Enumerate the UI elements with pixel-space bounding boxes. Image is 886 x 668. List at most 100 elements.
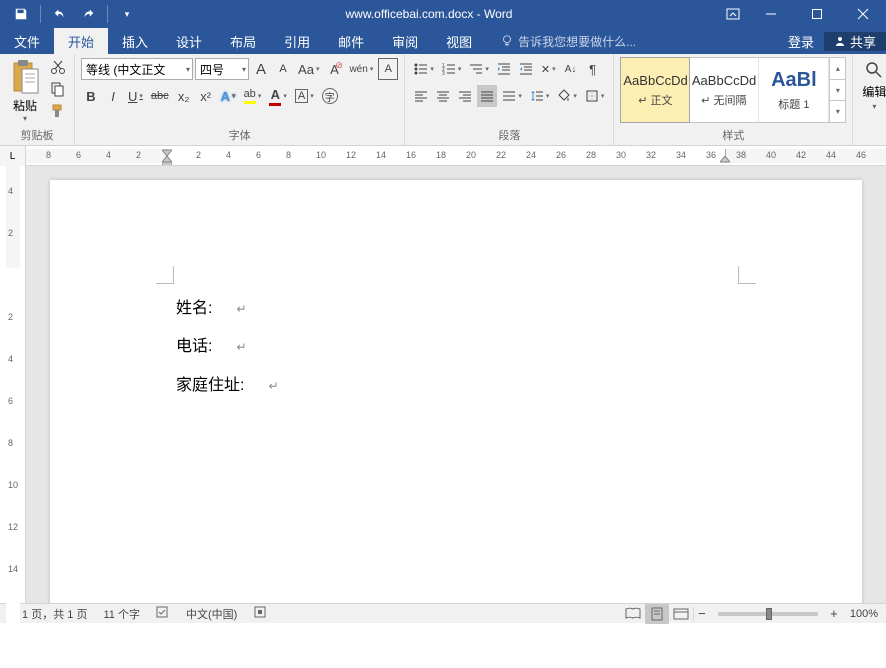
tab-insert[interactable]: 插入	[108, 28, 162, 54]
redo-button[interactable]	[75, 2, 101, 26]
line-spacing-button[interactable]	[527, 85, 553, 107]
close-button[interactable]	[840, 0, 886, 28]
text-effects-button[interactable]: A	[218, 85, 239, 107]
minimize-button[interactable]	[748, 0, 794, 28]
font-color-button[interactable]: A	[266, 85, 290, 107]
page[interactable]: 姓名:↵ 电话:↵ 家庭住址:↵	[50, 180, 862, 603]
share-button[interactable]: 共享	[824, 32, 886, 51]
status-spellcheck[interactable]	[148, 605, 178, 622]
clear-formatting-button[interactable]: A⊘	[324, 58, 344, 80]
view-web-button[interactable]	[669, 604, 693, 624]
save-button[interactable]	[8, 2, 34, 26]
gallery-expand[interactable]: ▾	[830, 101, 845, 122]
underline-button[interactable]: U	[125, 85, 146, 107]
indent-icon	[519, 62, 533, 76]
show-marks-button[interactable]: ¶	[583, 58, 603, 80]
italic-button[interactable]: I	[103, 85, 123, 107]
tell-me-search[interactable]: 告诉我您想要做什么...	[486, 28, 778, 54]
zoom-in-button[interactable]: +	[826, 606, 842, 621]
right-indent-marker[interactable]	[720, 156, 730, 165]
copy-button[interactable]	[48, 79, 68, 99]
ribbon-display-options[interactable]	[718, 0, 748, 28]
tab-mailings[interactable]: 邮件	[324, 28, 378, 54]
superscript-button[interactable]: x²	[196, 85, 216, 107]
char-shading-button[interactable]: A	[292, 85, 317, 107]
grow-font-button[interactable]: A	[251, 58, 271, 80]
justify-button[interactable]	[477, 85, 497, 107]
group-styles: AaBbCcDd ↵ 正文 AaBbCcDd ↵ 无间隔 AaBl 标题 1 ▴…	[614, 54, 853, 145]
vertical-ruler[interactable]: 422468101214	[0, 166, 26, 603]
font-size-combo[interactable]: 四号▾	[195, 58, 249, 80]
horizontal-ruler[interactable]: 8642246810121416182022242628303234363840…	[26, 146, 886, 165]
multilevel-list-button[interactable]	[466, 58, 492, 80]
spellcheck-icon	[156, 605, 170, 619]
style-item-nospacing[interactable]: AaBbCcDd ↵ 无间隔	[689, 58, 759, 122]
group-editing: 编辑 ▾	[853, 54, 886, 145]
numbering-button[interactable]: 123	[439, 58, 465, 80]
maximize-button[interactable]	[794, 0, 840, 28]
group-label-clipboard: 剪贴板	[6, 126, 68, 144]
zoom-slider[interactable]	[718, 612, 818, 616]
tab-review[interactable]: 审阅	[378, 28, 432, 54]
shading-button[interactable]	[554, 85, 580, 107]
change-case-button[interactable]: Aa	[295, 58, 322, 80]
document-content[interactable]: 姓名:↵ 电话:↵ 家庭住址:↵	[176, 290, 279, 405]
increase-indent-button[interactable]	[516, 58, 536, 80]
decrease-indent-button[interactable]	[494, 58, 514, 80]
web-layout-icon	[673, 607, 689, 621]
style-item-normal[interactable]: AaBbCcDd ↵ 正文	[620, 57, 690, 123]
undo-button[interactable]	[47, 2, 73, 26]
distribute-icon	[502, 89, 516, 103]
align-left-button[interactable]	[411, 85, 431, 107]
align-right-button[interactable]	[455, 85, 475, 107]
tab-design[interactable]: 设计	[162, 28, 216, 54]
tab-home[interactable]: 开始	[54, 28, 108, 54]
status-macro[interactable]	[245, 605, 275, 622]
borders-icon	[585, 89, 599, 103]
tab-references[interactable]: 引用	[270, 28, 324, 54]
gallery-scroll-down[interactable]: ▾	[830, 80, 845, 102]
shrink-font-button[interactable]: A	[273, 58, 293, 80]
status-language[interactable]: 中文(中国)	[178, 606, 245, 622]
group-label-paragraph: 段落	[411, 126, 607, 144]
tab-selector[interactable]: L	[0, 146, 26, 166]
borders-button[interactable]	[582, 85, 608, 107]
style-item-heading1[interactable]: AaBl 标题 1	[759, 58, 829, 122]
view-read-button[interactable]	[621, 604, 645, 624]
find-button[interactable]	[861, 59, 886, 81]
document-scroll[interactable]: 姓名:↵ 电话:↵ 家庭住址:↵	[26, 166, 886, 603]
cut-button[interactable]	[48, 57, 68, 77]
strikethrough-button[interactable]: abc	[148, 85, 172, 107]
qat-customize[interactable]: ▾	[114, 2, 140, 26]
enclose-char-button[interactable]: 字	[319, 85, 341, 107]
char-border-button[interactable]: A	[378, 58, 398, 80]
pinyin-guide-button[interactable]: wén	[346, 58, 376, 80]
login-button[interactable]: 登录	[778, 32, 824, 51]
copy-icon	[50, 81, 66, 97]
view-print-button[interactable]	[645, 604, 669, 624]
subscript-button[interactable]: x₂	[174, 85, 194, 107]
tab-view[interactable]: 视图	[432, 28, 486, 54]
align-center-button[interactable]	[433, 85, 453, 107]
status-wordcount[interactable]: 11 个字	[95, 606, 147, 622]
font-name-combo[interactable]: 等线 (中文正文▾	[81, 58, 193, 80]
zoom-slider-thumb[interactable]	[766, 608, 772, 620]
zoom-out-button[interactable]: −	[694, 606, 710, 621]
bold-button[interactable]: B	[81, 85, 101, 107]
zoom-level[interactable]: 100%	[842, 608, 886, 620]
format-painter-button[interactable]	[48, 101, 68, 121]
highlight-button[interactable]: ab	[241, 85, 265, 107]
tab-layout[interactable]: 布局	[216, 28, 270, 54]
sort-button[interactable]: A↓	[561, 58, 581, 80]
group-clipboard: 粘贴 ▾ 剪贴板	[0, 54, 75, 145]
paste-button[interactable]: 粘贴 ▾	[6, 57, 44, 125]
ribbon: 粘贴 ▾ 剪贴板 等线 (中文正文▾ 四号▾ A A Aa A⊘ w	[0, 54, 886, 146]
margin-corner-tl	[156, 266, 174, 284]
gallery-scroll-up[interactable]: ▴	[830, 58, 845, 80]
distribute-button[interactable]	[499, 85, 525, 107]
line-spacing-icon	[530, 89, 544, 103]
bullets-button[interactable]	[411, 58, 437, 80]
tab-file[interactable]: 文件	[0, 28, 54, 54]
text-direction-button[interactable]: ✕	[538, 58, 559, 80]
hanging-indent-marker[interactable]	[162, 156, 172, 165]
